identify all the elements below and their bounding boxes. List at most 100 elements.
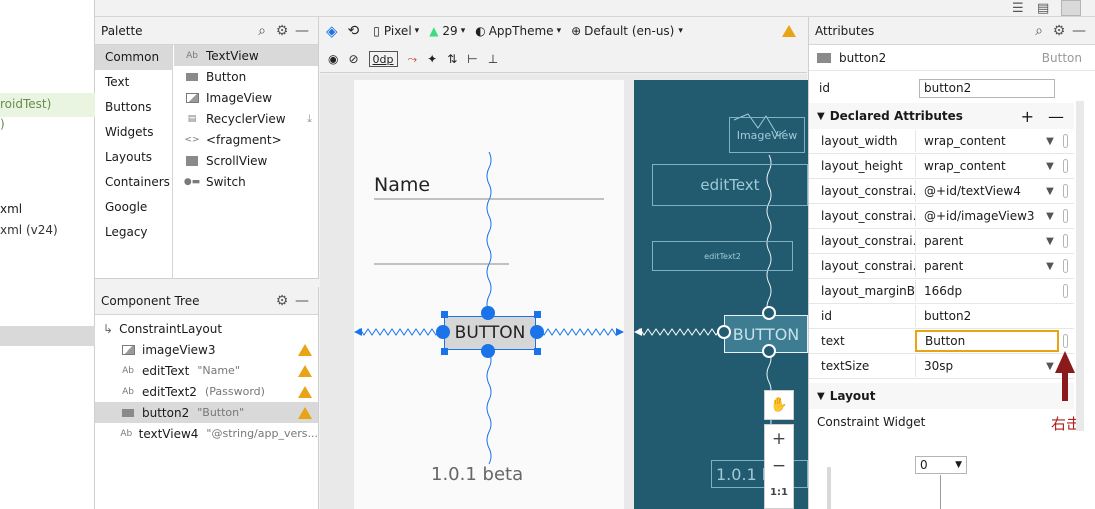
- resize-handle[interactable]: [534, 311, 541, 318]
- api-selector[interactable]: ▲ 29 ▾: [429, 24, 465, 38]
- palette-item-recyclerview[interactable]: ▤ RecyclerView ⤓: [174, 108, 318, 129]
- bp-top-anchor[interactable]: [762, 306, 776, 320]
- flag-icon[interactable]: [1063, 184, 1068, 198]
- attr-row[interactable]: layout_constrai... @+id/textView4 ▼: [809, 179, 1074, 204]
- attr-row[interactable]: layout_constrai... parent ▼: [809, 229, 1074, 254]
- flag-icon[interactable]: [1063, 259, 1068, 273]
- layers-icon[interactable]: ◈: [326, 22, 338, 40]
- guidelines-icon[interactable]: ⊥: [488, 52, 498, 66]
- warning-icon[interactable]: [298, 385, 312, 398]
- gear-icon[interactable]: ⚙: [1049, 21, 1069, 41]
- tree-row-constraintlayout[interactable]: ↳ ConstraintLayout: [95, 318, 318, 339]
- flag-icon[interactable]: [1063, 284, 1068, 298]
- project-item[interactable]: xml (v24): [0, 223, 58, 237]
- bp-edittext2[interactable]: editText2: [652, 241, 793, 271]
- attr-row[interactable]: layout_marginB...166dp: [809, 279, 1074, 304]
- palette-item-button[interactable]: Button: [174, 66, 318, 87]
- palette-category-common[interactable]: Common: [95, 45, 172, 70]
- right-anchor-handle[interactable]: [530, 325, 544, 339]
- palette-category-text[interactable]: Text: [95, 70, 172, 95]
- attr-row[interactable]: textSize 30sp ▼: [809, 354, 1074, 379]
- device-selector[interactable]: ▯ Pixel ▾: [373, 24, 419, 38]
- minimize-icon[interactable]: —: [292, 291, 312, 311]
- chevron-down-icon[interactable]: ▼: [1041, 161, 1059, 172]
- chevron-down-icon[interactable]: ▼: [1041, 211, 1059, 222]
- project-item[interactable]: roidTest): [0, 97, 51, 111]
- palette-category-legacy[interactable]: Legacy: [95, 220, 172, 245]
- project-item[interactable]: ): [0, 117, 5, 131]
- warning-icon[interactable]: [298, 406, 312, 419]
- attr-row[interactable]: layout_height wrap_content ▼: [809, 154, 1074, 179]
- constraint-margin-dropdown[interactable]: 0 ▼: [915, 456, 967, 474]
- id-input[interactable]: button2: [919, 78, 1055, 98]
- minimize-icon[interactable]: —: [1069, 21, 1089, 41]
- left-anchor-handle[interactable]: [436, 325, 450, 339]
- design-surface[interactable]: Name BUTTON 1.0.1 beta: [354, 80, 624, 509]
- tree-row-imageview3[interactable]: imageView3: [95, 339, 318, 360]
- flag-icon[interactable]: [1063, 234, 1068, 248]
- theme-selector[interactable]: ◐ AppTheme ▾: [475, 24, 561, 38]
- attr-row[interactable]: layout_constrai... parent ▼: [809, 254, 1074, 279]
- pack-icon[interactable]: ⇅: [447, 52, 457, 66]
- bias-slider[interactable]: [827, 467, 831, 509]
- resize-handle[interactable]: [534, 348, 541, 355]
- chevron-down-icon[interactable]: ▼: [1041, 136, 1059, 147]
- pan-hand-icon[interactable]: ✋: [764, 390, 794, 420]
- text-value-field[interactable]: Button: [915, 330, 1059, 352]
- chevron-down-icon[interactable]: ▼: [1041, 186, 1059, 197]
- download-icon[interactable]: ⤓: [307, 112, 312, 126]
- top-anchor-handle[interactable]: [481, 306, 495, 320]
- default-margin-field[interactable]: 0dp: [368, 51, 398, 67]
- palette-category-google[interactable]: Google: [95, 195, 172, 220]
- split-view-icon[interactable]: ▤: [1037, 1, 1049, 16]
- search-icon[interactable]: ⌕: [252, 21, 272, 41]
- flag-icon[interactable]: [1063, 159, 1068, 173]
- palette-item-imageview[interactable]: ImageView: [174, 87, 318, 108]
- warning-icon[interactable]: [782, 25, 796, 37]
- bp-edittext[interactable]: editText: [652, 164, 808, 206]
- flag-icon[interactable]: [1063, 334, 1068, 348]
- palette-category-layouts[interactable]: Layouts: [95, 145, 172, 170]
- name-edittext[interactable]: Name: [374, 174, 430, 196]
- zoom-out-icon[interactable]: −: [765, 452, 793, 479]
- version-textview[interactable]: 1.0.1 beta: [431, 464, 523, 485]
- palette-category-widgets[interactable]: Widgets: [95, 120, 172, 145]
- add-icon[interactable]: +: [1021, 107, 1034, 126]
- layout-section[interactable]: ▼ Layout: [809, 383, 1074, 409]
- bottom-anchor-handle[interactable]: [481, 344, 495, 358]
- palette-item-scrollview[interactable]: ScrollView: [174, 150, 318, 171]
- palette-item-textview[interactable]: Ab TextView: [174, 45, 318, 66]
- warning-icon[interactable]: [298, 364, 312, 377]
- minimize-icon[interactable]: —: [292, 21, 312, 41]
- palette-item-fragment[interactable]: <> <fragment>: [174, 129, 318, 150]
- bp-bottom-anchor[interactable]: [762, 344, 776, 358]
- palette-category-containers[interactable]: Containers: [95, 170, 172, 195]
- attr-row-text[interactable]: text Button: [809, 329, 1074, 354]
- attr-row[interactable]: layout_width wrap_content ▼: [809, 129, 1074, 154]
- project-item[interactable]: xml: [0, 202, 22, 216]
- tree-row-button2[interactable]: button2 "Button": [95, 402, 318, 423]
- orientation-icon[interactable]: ⟲: [348, 23, 360, 39]
- search-icon[interactable]: ⌕: [1029, 21, 1049, 41]
- attributes-scrollbar[interactable]: [1076, 101, 1084, 431]
- autoconnect-off-icon[interactable]: ⊘: [348, 52, 358, 66]
- chevron-down-icon[interactable]: ▼: [1041, 236, 1059, 247]
- bp-imageview[interactable]: ImageView: [729, 117, 805, 153]
- tree-row-textview4[interactable]: Ab textView4 "@string/app_vers...: [95, 423, 318, 444]
- remove-icon[interactable]: —: [1048, 107, 1064, 126]
- attr-row[interactable]: layout_constrai... @+id/imageView3 ▼: [809, 204, 1074, 229]
- zoom-in-icon[interactable]: +: [765, 425, 793, 452]
- declared-attributes-section[interactable]: ▼ Declared Attributes + —: [809, 103, 1074, 129]
- eye-icon[interactable]: ◉: [328, 52, 338, 66]
- gear-icon[interactable]: ⚙: [272, 291, 292, 311]
- zoom-reset-button[interactable]: 1:1: [765, 479, 793, 506]
- resize-handle[interactable]: [441, 311, 448, 318]
- align-icon[interactable]: ⊢: [467, 52, 477, 66]
- tree-row-edittext2[interactable]: Ab editText2 (Password): [95, 381, 318, 402]
- project-item-selected[interactable]: [0, 326, 95, 346]
- list-icon[interactable]: ☰: [1012, 1, 1024, 16]
- resize-handle[interactable]: [441, 348, 448, 355]
- flag-icon[interactable]: [1063, 209, 1068, 223]
- locale-selector[interactable]: ⊕ Default (en-us) ▾: [571, 24, 683, 38]
- design-view-icon[interactable]: [1061, 0, 1081, 16]
